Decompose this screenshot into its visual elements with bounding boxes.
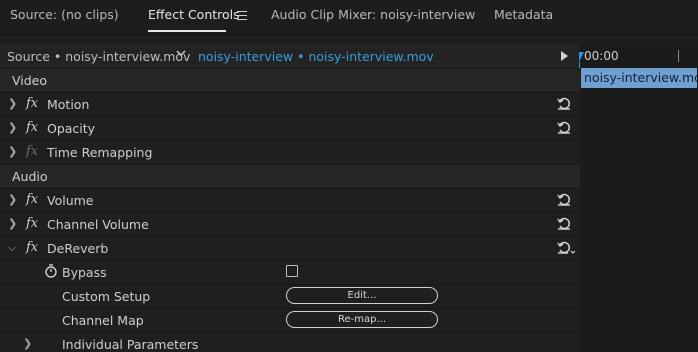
- panel-menu-icon[interactable]: [237, 11, 247, 20]
- sequence-clip-name[interactable]: noisy-interview • noisy-interview.mov: [198, 49, 434, 64]
- source-clip-name: Source • noisy-interview.mov: [7, 49, 191, 64]
- param-row-channel-map: Channel Map Re-map...: [0, 308, 580, 332]
- chevron-down-icon[interactable]: ⌵: [8, 241, 16, 255]
- fx-icon[interactable]: fx: [26, 192, 38, 207]
- param-row-bypass: Bypass: [0, 260, 580, 284]
- timecode-label: 00:00: [584, 49, 619, 63]
- section-label: Video: [12, 73, 48, 88]
- remap-button[interactable]: Re-map...: [286, 311, 438, 328]
- chevron-right-icon[interactable]: ❯: [8, 121, 17, 134]
- fx-icon[interactable]: fx: [26, 216, 38, 231]
- reset-icon[interactable]: [556, 95, 572, 111]
- edit-button[interactable]: Edit...: [286, 287, 438, 304]
- param-label: Bypass: [62, 265, 107, 280]
- panel-tab-bar: Source: (no clips) Effect Controls Audio…: [0, 0, 698, 35]
- stopwatch-icon[interactable]: [44, 263, 58, 279]
- fx-icon[interactable]: fx: [26, 96, 38, 111]
- effect-label: Motion: [47, 97, 90, 112]
- tab-source[interactable]: Source: (no clips): [10, 7, 119, 22]
- effect-label: Opacity: [47, 121, 96, 136]
- reset-icon[interactable]: [556, 191, 572, 207]
- mini-timeline[interactable]: 00:00 noisy-interview.mov: [580, 44, 698, 352]
- tab-audio-clip-mixer[interactable]: Audio Clip Mixer: noisy-interview: [271, 7, 475, 22]
- effect-label: DeReverb: [47, 241, 109, 256]
- chevron-right-icon[interactable]: ❯: [8, 145, 17, 158]
- fx-icon: fx: [26, 144, 39, 159]
- param-label: Individual Parameters: [62, 337, 199, 352]
- tab-metadata[interactable]: Metadata: [494, 7, 553, 22]
- tab-effect-controls[interactable]: Effect Controls: [148, 7, 240, 22]
- active-tab-indicator: [148, 30, 226, 32]
- fx-icon[interactable]: fx: [26, 120, 38, 135]
- time-ruler-tick: [678, 50, 679, 62]
- effect-row-time-remapping[interactable]: ❯ fx Time Remapping: [0, 140, 580, 164]
- reset-icon[interactable]: [556, 215, 572, 231]
- param-label: Channel Map: [62, 313, 144, 328]
- fx-icon[interactable]: fx: [26, 240, 38, 255]
- effect-row-volume[interactable]: ❯ fx Volume: [0, 188, 580, 212]
- effect-controls-window: Source: (no clips) Effect Controls Audio…: [0, 0, 698, 352]
- section-audio: Audio: [0, 164, 580, 188]
- chevron-right-icon[interactable]: ❯: [23, 337, 32, 350]
- source-clip-bar: Source • noisy-interview.mov noisy-inter…: [0, 44, 580, 68]
- section-video: Video: [0, 68, 580, 92]
- param-label: Custom Setup: [62, 289, 151, 304]
- chevron-right-icon[interactable]: ❯: [8, 193, 17, 206]
- playhead-handle[interactable]: [579, 52, 584, 62]
- effect-row-channel-volume[interactable]: ❯ fx Channel Volume: [0, 212, 580, 236]
- effect-label: Volume: [47, 193, 94, 208]
- effects-list: Video ❯ fx Motion ❯ fx Opacity ❯ fx Time…: [0, 68, 580, 352]
- reset-icon[interactable]: [556, 119, 572, 135]
- effect-row-dereverb[interactable]: ⌵ fx DeReverb: [0, 236, 580, 260]
- effect-row-opacity[interactable]: ❯ fx Opacity: [0, 116, 580, 140]
- chevron-right-icon[interactable]: ❯: [8, 97, 17, 110]
- play-icon[interactable]: [561, 51, 568, 61]
- bypass-checkbox[interactable]: [286, 265, 298, 277]
- effect-label: Channel Volume: [47, 217, 149, 232]
- chevron-right-icon[interactable]: ❯: [8, 217, 17, 230]
- section-label: Audio: [12, 169, 48, 184]
- reset-menu-icon[interactable]: [556, 239, 576, 255]
- effect-row-motion[interactable]: ❯ fx Motion: [0, 92, 580, 116]
- timeline-clip[interactable]: noisy-interview.mov: [581, 68, 697, 88]
- param-row-individual-parameters[interactable]: ❯ Individual Parameters: [0, 332, 580, 352]
- param-row-custom-setup: Custom Setup Edit...: [0, 284, 580, 308]
- chevron-down-icon[interactable]: [176, 48, 186, 58]
- effect-label: Time Remapping: [47, 145, 153, 160]
